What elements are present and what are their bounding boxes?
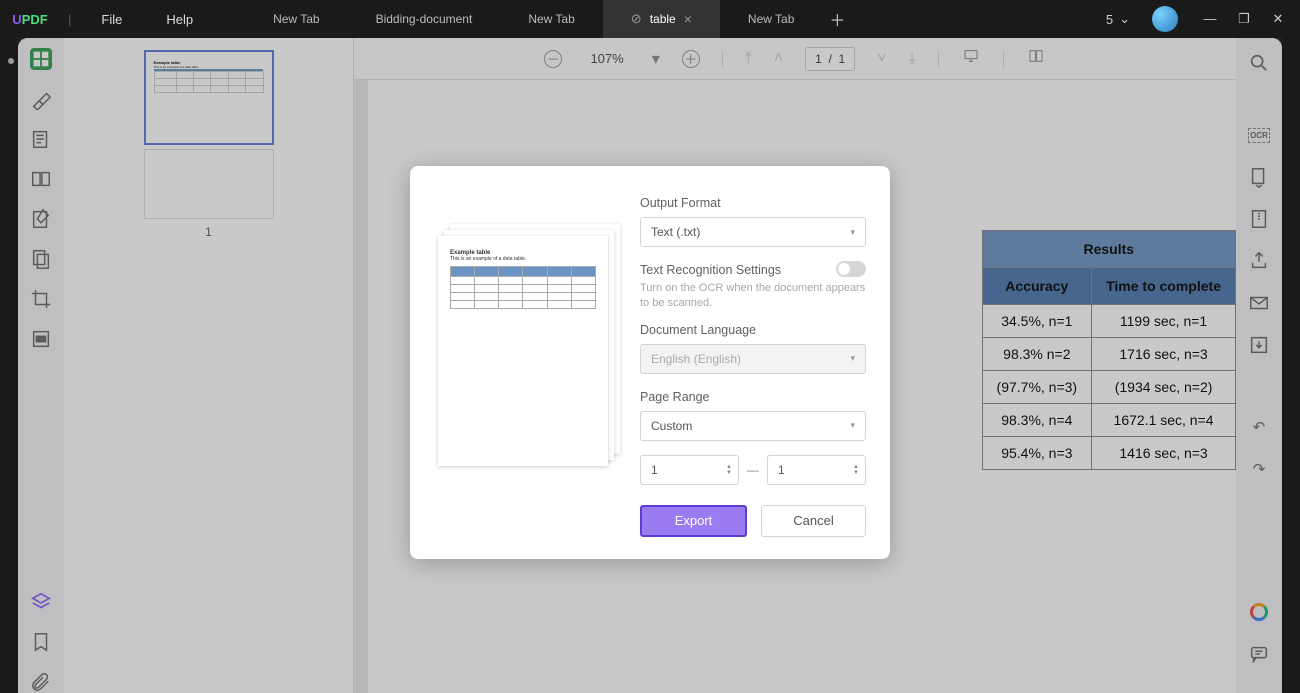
app-logo: UPDF [0, 12, 60, 27]
stepper-icon[interactable]: ▲▼ [853, 464, 859, 476]
input-value: 1 [778, 463, 785, 477]
range-to-input[interactable]: 1 ▲▼ [767, 455, 866, 485]
titlebar: UPDF | File Help New Tab Bidding-documen… [0, 0, 1300, 38]
tab-label: New Tab [528, 12, 574, 26]
logo-pdf: PDF [22, 12, 48, 27]
caret-down-icon: ▾ [850, 227, 855, 238]
select-value: Custom [651, 419, 692, 433]
select-value: English (English) [651, 352, 741, 366]
avatar[interactable] [1152, 6, 1178, 32]
select-value: Text (.txt) [651, 225, 700, 239]
logo-separator: | [68, 12, 71, 27]
tab-close-icon[interactable]: × [684, 11, 692, 27]
range-select[interactable]: Custom ▾ [640, 411, 866, 441]
edge-marker-icon [8, 58, 14, 64]
ocr-hint: Turn on the OCR when the document appear… [640, 281, 866, 311]
dialog-form: Output Format Text (.txt) ▾ Text Recogni… [640, 194, 866, 537]
window-controls: — ❐ ✕ [1188, 11, 1300, 27]
tab-bidding[interactable]: Bidding-document [348, 0, 501, 38]
tab-table[interactable]: ⊘ table × [603, 0, 720, 38]
caret-down-icon: ▾ [850, 353, 855, 364]
input-value: 1 [651, 463, 658, 477]
caret-down-icon: ▾ [850, 420, 855, 431]
output-format-label: Output Format [640, 196, 866, 210]
ocr-toggle[interactable] [836, 261, 866, 277]
maximize-button[interactable]: ❐ [1236, 11, 1252, 27]
tab-label: Bidding-document [376, 12, 473, 26]
ocr-label: Text Recognition Settings [640, 263, 781, 277]
export-button[interactable]: Export [640, 505, 747, 537]
tab-label: New Tab [748, 12, 794, 26]
output-format-select[interactable]: Text (.txt) ▾ [640, 217, 866, 247]
tab-newtab-2[interactable]: New Tab [500, 0, 602, 38]
export-dialog: Example table This is an example of a da… [410, 166, 890, 559]
menu-help[interactable]: Help [144, 12, 215, 27]
close-window-button[interactable]: ✕ [1270, 11, 1286, 27]
range-from-input[interactable]: 1 ▲▼ [640, 455, 739, 485]
dialog-preview: Example table This is an example of a da… [438, 224, 618, 537]
dialog-buttons: Export Cancel [640, 505, 866, 537]
tab-add-button[interactable]: ＋ [822, 0, 852, 38]
lang-label: Document Language [640, 323, 866, 337]
chevron-down-icon: ⌄ [1119, 11, 1130, 27]
lang-select: English (English) ▾ [640, 344, 866, 374]
window-count-value: 5 [1106, 12, 1113, 27]
logo-u: U [12, 12, 21, 27]
stepper-icon[interactable]: ▲▼ [726, 464, 732, 476]
range-row: 1 ▲▼ — 1 ▲▼ [640, 455, 866, 485]
tab-newtab-1[interactable]: New Tab [245, 0, 347, 38]
tab-label: table [650, 12, 676, 26]
cancel-button[interactable]: Cancel [761, 505, 866, 537]
tab-label: New Tab [273, 12, 319, 26]
minimize-button[interactable]: — [1202, 11, 1218, 27]
tab-strip: New Tab Bidding-document New Tab ⊘ table… [245, 0, 1094, 38]
range-label: Page Range [640, 390, 866, 404]
window-count[interactable]: 5 ⌄ [1094, 11, 1142, 27]
tab-newtab-3[interactable]: New Tab [720, 0, 822, 38]
menu-file[interactable]: File [79, 12, 144, 27]
range-dash: — [747, 463, 759, 477]
tab-doc-icon: ⊘ [631, 11, 642, 27]
